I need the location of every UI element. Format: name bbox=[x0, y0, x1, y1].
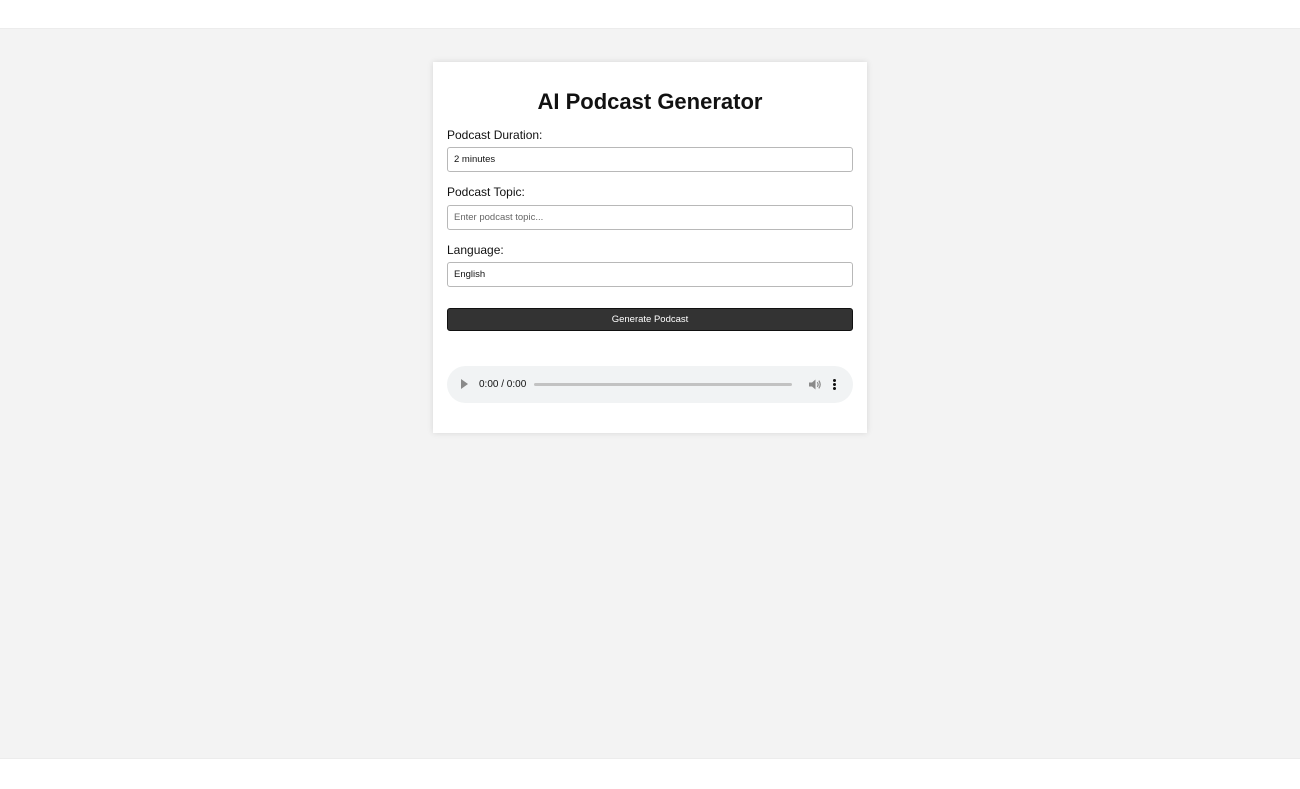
language-field[interactable] bbox=[447, 262, 853, 287]
generate-podcast-button[interactable]: Generate Podcast bbox=[447, 308, 853, 331]
audio-player: 0:00 / 0:00 bbox=[447, 366, 853, 403]
duration-field[interactable] bbox=[447, 147, 853, 172]
time-display: 0:00 / 0:00 bbox=[479, 379, 527, 390]
bottom-bar bbox=[0, 758, 1300, 789]
topic-input[interactable] bbox=[447, 205, 853, 230]
topic-label: Podcast Topic: bbox=[447, 185, 525, 199]
top-bar bbox=[0, 0, 1300, 29]
language-label: Language: bbox=[447, 243, 504, 257]
volume-icon[interactable] bbox=[808, 378, 822, 391]
progress-slider[interactable] bbox=[534, 383, 792, 386]
more-vertical-icon[interactable] bbox=[833, 378, 837, 391]
play-icon[interactable] bbox=[461, 379, 468, 389]
page-title: AI Podcast Generator bbox=[537, 89, 763, 114]
podcast-generator-card: AI Podcast Generator Podcast Duration: P… bbox=[433, 62, 867, 433]
duration-label: Podcast Duration: bbox=[447, 128, 543, 142]
